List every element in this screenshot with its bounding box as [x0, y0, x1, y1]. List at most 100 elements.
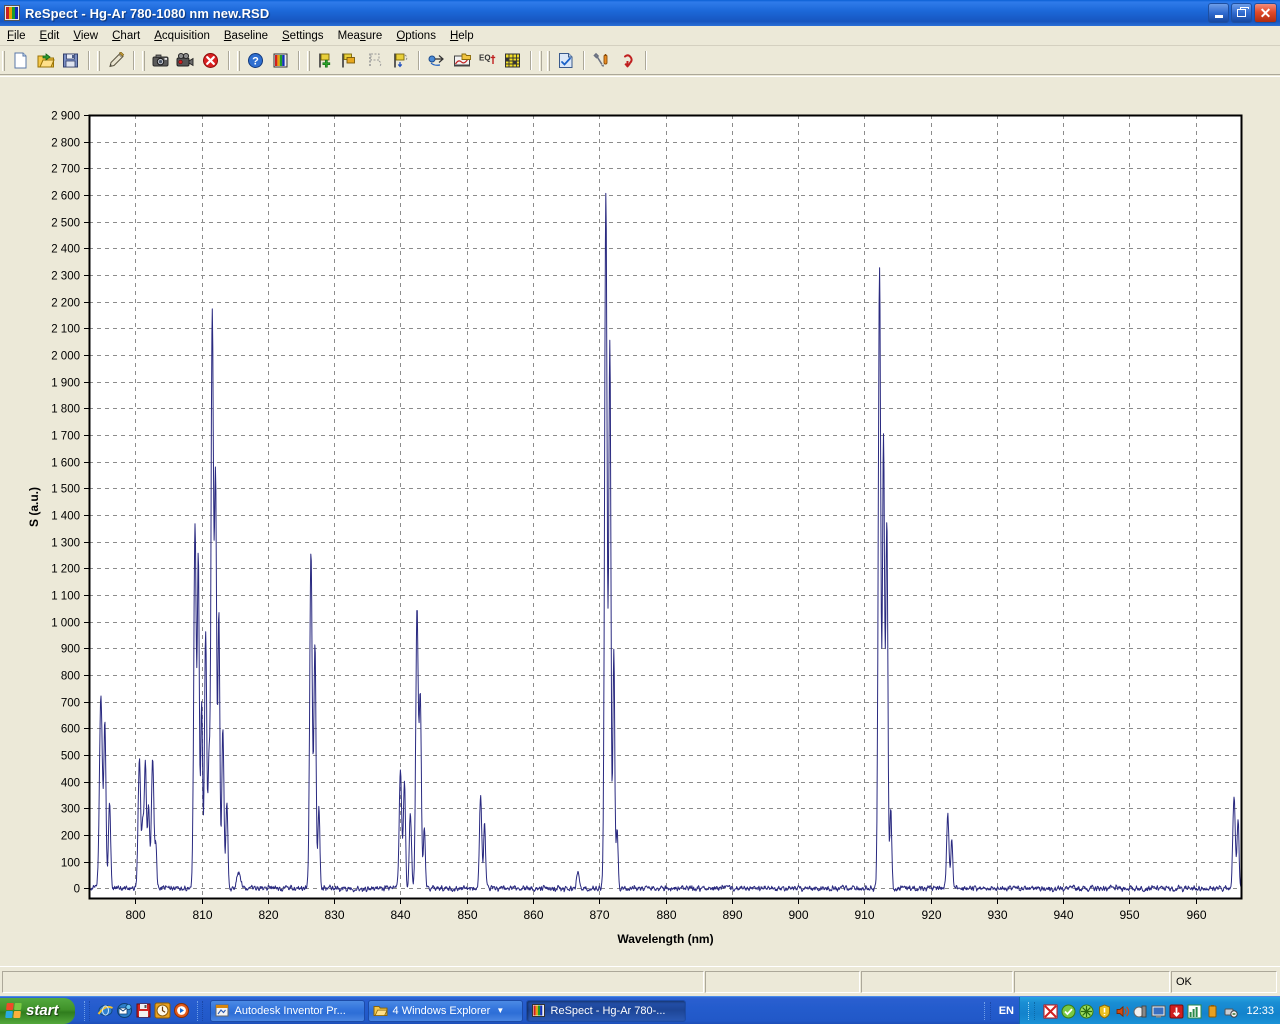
y-axis-tick-label: 1 000 [51, 618, 80, 630]
y-axis-tick-label: 1 300 [51, 538, 80, 550]
network-icon[interactable] [1079, 1004, 1094, 1019]
y-axis-tick-label: 2 900 [51, 111, 80, 123]
close-button[interactable]: ✕ [1254, 3, 1277, 23]
save-floppy-icon[interactable] [135, 1002, 152, 1019]
add-flag-icon[interactable] [314, 50, 337, 72]
update-icon[interactable] [1169, 1004, 1184, 1019]
stop-cancel-icon[interactable] [199, 50, 222, 72]
menu-help-label: elp [458, 30, 473, 42]
open-folder-icon[interactable] [34, 50, 57, 72]
clock-icon[interactable] [154, 1002, 171, 1019]
toolbar-separator [645, 51, 647, 70]
dashed-flag-icon[interactable] [364, 50, 387, 72]
task-button-label: 4 Windows Explorer [393, 1005, 491, 1017]
menu-chart[interactable]: Chart [105, 28, 147, 44]
flag-down-icon[interactable] [389, 50, 412, 72]
tray-grip[interactable] [1028, 1002, 1035, 1020]
toolbar-grip[interactable] [547, 51, 550, 71]
menu-acquisition-label: cquisition [162, 30, 210, 42]
chevron-down-icon[interactable]: ▼ [496, 1006, 504, 1015]
spectrum-chart[interactable]: 01002003004005006007008009001 0001 1001 … [6, 81, 1274, 957]
spectrum-icon [531, 1003, 546, 1018]
toolbar-grip[interactable] [142, 51, 145, 71]
menu-options[interactable]: Options [389, 28, 443, 44]
help-question-icon[interactable]: ? [244, 50, 267, 72]
toolbar-grip[interactable] [539, 51, 542, 71]
y-axis-tick-label: 300 [61, 804, 80, 816]
start-button[interactable]: start [0, 998, 75, 1024]
menu-acquisition[interactable]: Acquisition [147, 28, 217, 44]
toolbar-separator [418, 51, 420, 70]
task-button-inventor[interactable]: Autodesk Inventor Pr... [210, 1000, 365, 1022]
pen-edit-icon[interactable] [104, 50, 127, 72]
language-indicator[interactable]: EN [999, 1005, 1014, 1017]
y-axis-tick-label: 700 [61, 698, 80, 710]
y-axis-tick-label: 2 600 [51, 191, 80, 203]
copy-flags-icon[interactable] [339, 50, 362, 72]
restore-button[interactable] [1231, 3, 1252, 23]
language-bar-grip[interactable] [984, 1002, 991, 1020]
x-axis-tick-label: 940 [1053, 908, 1073, 922]
eq-dagger-icon[interactable]: EQ [476, 50, 499, 72]
safely-remove-icon[interactable] [1223, 1004, 1238, 1019]
security-alert-icon[interactable] [1097, 1004, 1112, 1019]
camera-snapshot-icon[interactable] [149, 50, 172, 72]
spectrum-book-icon[interactable] [269, 50, 292, 72]
save-disk-icon[interactable] [59, 50, 82, 72]
x-axis-tick-label: 800 [125, 908, 145, 922]
media-player-icon[interactable] [173, 1002, 190, 1019]
new-document-icon[interactable] [9, 50, 32, 72]
internet-explorer-icon[interactable] [97, 1002, 114, 1019]
taskbar-grip[interactable] [197, 1001, 203, 1021]
toolbar-grip[interactable] [97, 51, 100, 71]
y-axis-tick-label: 1 800 [51, 404, 80, 416]
calibrate-icon[interactable] [426, 50, 449, 72]
toolbar-separator [530, 51, 532, 70]
menu-file[interactable]: FFileile [0, 28, 33, 44]
menu-edit[interactable]: Edit [33, 28, 67, 44]
audio-device-icon[interactable] [1133, 1004, 1148, 1019]
task-button-respect[interactable]: ReSpect - Hg-Ar 780-... [526, 1000, 686, 1022]
status-panel-3 [861, 971, 1013, 993]
spectrum-plot[interactable]: 01002003004005006007008009001 0001 1001 … [6, 81, 1274, 957]
taskbar-clock[interactable]: 12:33 [1246, 1005, 1274, 1017]
y-axis-tick-label: 1 600 [51, 458, 80, 470]
task-manager-icon[interactable] [1187, 1004, 1202, 1019]
baseline-folder-icon[interactable] [451, 50, 474, 72]
menu-baseline[interactable]: Baseline [217, 28, 275, 44]
battery-icon[interactable] [1205, 1004, 1220, 1019]
language-bar[interactable]: EN [984, 997, 1024, 1024]
display-icon[interactable] [1151, 1004, 1166, 1019]
report-check-icon[interactable] [554, 50, 577, 72]
y-axis-tick-label: 0 [74, 884, 80, 896]
menu-baseline-label: aseline [232, 30, 268, 42]
quicklaunch-grip[interactable] [84, 1001, 90, 1021]
menu-chart-label: hart [120, 30, 140, 42]
menu-view[interactable]: View [66, 28, 105, 44]
svg-text:?: ? [252, 56, 259, 68]
y-axis-tick-label: 2 000 [51, 351, 80, 363]
outlook-express-icon[interactable] [116, 1002, 133, 1019]
tools-wrench-icon[interactable] [591, 50, 614, 72]
y-axis-title: S (a.u.) [27, 487, 41, 527]
video-capture-icon[interactable] [174, 50, 197, 72]
task-button-explorer[interactable]: 4 Windows Explorer ▼ [368, 1000, 523, 1022]
reset-undo-icon[interactable] [616, 50, 639, 72]
antivirus-icon[interactable] [1043, 1004, 1058, 1019]
start-label: start [26, 1002, 59, 1019]
grid-table-icon[interactable] [501, 50, 524, 72]
menu-help[interactable]: Help [443, 28, 481, 44]
toolbar-grip[interactable] [307, 51, 310, 71]
quick-launch-bar [93, 1002, 194, 1019]
menu-measure[interactable]: Measure [331, 28, 390, 44]
toolbar-grip[interactable] [2, 51, 5, 71]
minimize-button[interactable] [1208, 3, 1229, 23]
menu-settings[interactable]: Settings [275, 28, 331, 44]
menu-options-label: ptions [405, 30, 436, 42]
shield-check-icon[interactable] [1061, 1004, 1076, 1019]
volume-icon[interactable] [1115, 1004, 1130, 1019]
toolbar-grip[interactable] [237, 51, 240, 71]
task-buttons: Autodesk Inventor Pr... 4 Windows Explor… [210, 1000, 686, 1022]
menu-measure-label: ure [366, 30, 383, 42]
y-axis-tick-label: 2 500 [51, 218, 80, 230]
